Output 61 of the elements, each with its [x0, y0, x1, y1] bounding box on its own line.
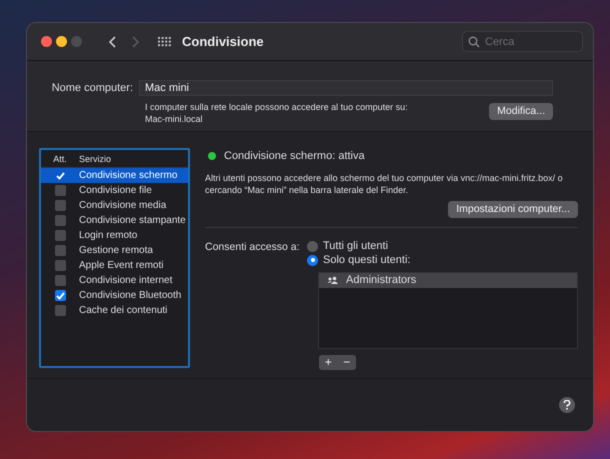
service-name: Condivisione stampante	[79, 214, 186, 228]
computer-name-field[interactable]: Mac mini	[139, 80, 553, 96]
help-button[interactable]	[559, 397, 575, 413]
service-name: Condivisione internet	[79, 274, 172, 288]
service-name: Cache dei contenuti	[79, 304, 168, 318]
grid-icon[interactable]	[158, 34, 172, 48]
service-row[interactable]: Gestione remota	[41, 243, 188, 258]
search-field[interactable]: Cerca	[462, 31, 583, 52]
computer-settings-button[interactable]: Impostazioni computer...	[448, 200, 578, 218]
group-icon	[327, 276, 338, 284]
add-button[interactable]: +	[319, 354, 338, 370]
user-name: Administrators	[346, 272, 416, 288]
computer-name-label: Nome computer:	[50, 81, 134, 96]
checkbox[interactable]	[54, 185, 66, 196]
service-row[interactable]: Apple Event remoti	[41, 258, 188, 273]
service-name: Condivisione Bluetooth	[79, 289, 182, 303]
service-row[interactable]: Cache dei contenuti	[41, 303, 188, 318]
service-row[interactable]: Condivisione Bluetooth	[41, 288, 188, 303]
window-title: Condivisione	[182, 32, 264, 51]
radio-button[interactable]	[307, 240, 318, 252]
back-chevron-icon[interactable]	[108, 36, 117, 48]
checkbox[interactable]	[54, 275, 66, 286]
zoom-button[interactable]	[71, 36, 82, 47]
option-label: Tutti gli utenti	[323, 238, 388, 254]
checkbox[interactable]	[54, 215, 66, 226]
service-row[interactable]: Condivisione file	[41, 183, 188, 198]
service-row[interactable]: Condivisione schermo	[41, 168, 188, 183]
checkbox[interactable]	[54, 170, 66, 181]
service-name: Login remoto	[79, 229, 138, 243]
option-label: Solo questi utenti:	[323, 252, 410, 268]
status-text: Condivisione schermo: attiva	[224, 149, 365, 164]
description-text: Altri utenti possono accedere allo schermo del tuo computer via vnc://mac-mini.fritz.box/ o cercando “Mac mini” nella barra laterale del Finder.	[205, 172, 564, 196]
hostname-text: Mac-mini.local	[145, 112, 204, 124]
checkbox[interactable]	[54, 305, 66, 316]
service-row[interactable]: Login remoto	[41, 228, 188, 243]
service-row[interactable]: Condivisione stampante	[41, 213, 188, 228]
checkbox[interactable]	[54, 260, 66, 271]
radio-button[interactable]	[307, 254, 318, 266]
service-name: Condivisione media	[79, 199, 166, 213]
minimize-button[interactable]	[56, 36, 67, 47]
close-button[interactable]	[41, 36, 52, 47]
network-info-text: I computer sulla rete locale possono accedere al tuo computer su:	[145, 100, 409, 112]
checkbox[interactable]	[54, 245, 66, 256]
checkmark-icon	[56, 172, 64, 180]
column-header: Servizio	[79, 153, 112, 166]
service-row[interactable]: Condivisione media	[41, 198, 188, 213]
service-name: Gestione remota	[79, 244, 153, 258]
service-name: Apple Event remoti	[79, 259, 164, 273]
checkbox[interactable]	[54, 230, 66, 241]
question-icon	[563, 400, 571, 410]
checkmark-icon	[56, 292, 64, 300]
service-row[interactable]: Condivisione internet	[41, 273, 188, 288]
access-label: Consenti accesso a:	[205, 240, 301, 254]
user-row[interactable]: Administrators	[319, 272, 577, 288]
column-header: Att.	[52, 153, 68, 166]
checkbox[interactable]	[54, 200, 66, 211]
edit-button[interactable]: Modifica...	[489, 102, 553, 120]
remove-button[interactable]: −	[338, 354, 356, 370]
checkbox[interactable]	[54, 290, 66, 301]
service-name: Condivisione schermo	[79, 169, 178, 183]
service-name: Condivisione file	[79, 184, 152, 198]
